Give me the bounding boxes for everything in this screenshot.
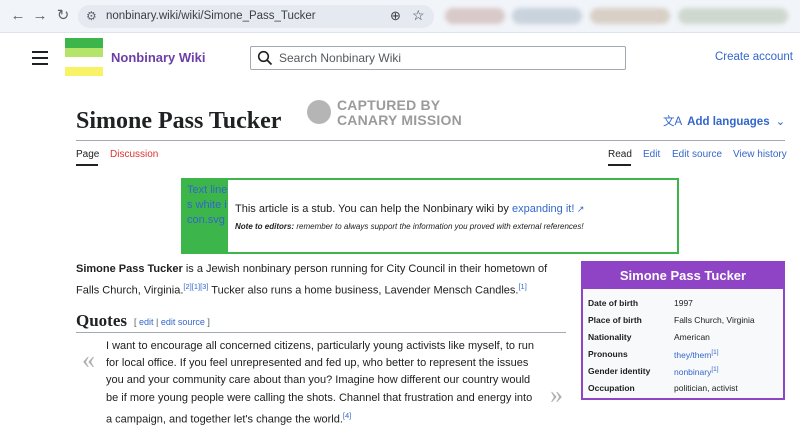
blockquote: I want to encourage all concerned citize… xyxy=(106,338,536,429)
search-input[interactable] xyxy=(279,50,619,66)
chevron-down-icon: ⌄ xyxy=(775,116,786,128)
citation[interactable]: [1] xyxy=(711,349,718,356)
watermark-line-2: CANARY MISSION xyxy=(337,112,462,128)
section-edit-link[interactable]: edit xyxy=(139,317,154,327)
infobox-row: Date of birth 1997 xyxy=(588,298,783,315)
section-divider xyxy=(76,332,566,333)
tab-read[interactable]: Read xyxy=(608,149,632,160)
infobox-value-link[interactable]: they/them[1] xyxy=(674,349,719,360)
reload-icon[interactable]: ↻ xyxy=(55,8,71,24)
pronouns-link[interactable]: they/them xyxy=(674,350,711,360)
add-languages-label: Add languages xyxy=(687,116,770,128)
site-name[interactable]: Nonbinary Wiki xyxy=(111,50,206,65)
tab-edit[interactable]: Edit xyxy=(643,149,660,160)
quote-text: I want to encourage all concerned citize… xyxy=(106,340,534,426)
stub-image-alt: Text lines white icon.svg xyxy=(187,184,228,226)
close-quote-icon: » xyxy=(550,380,563,409)
forward-icon[interactable]: → xyxy=(32,8,48,24)
tab-read-underline xyxy=(608,164,631,166)
citation[interactable]: [4] xyxy=(343,411,351,420)
infobox-label: Nationality xyxy=(588,332,632,342)
extension-icons-blurred xyxy=(512,8,582,24)
infobox-row: Nationality American xyxy=(588,332,783,349)
watermark-line-1: CAPTURED BY xyxy=(337,97,441,113)
back-icon[interactable]: ← xyxy=(10,8,26,24)
page-title: Simone Pass Tucker xyxy=(76,108,282,134)
address-url[interactable]: nonbinary.wiki/wiki/Simone_Pass_Tucker xyxy=(106,10,316,22)
infobox-value: Falls Church, Virginia xyxy=(674,315,755,325)
browser-toolbar: ← → ↻ ⚙ nonbinary.wiki/wiki/Simone_Pass_… xyxy=(0,0,800,33)
lead-text-2: Tucker also runs a home business, Lavend… xyxy=(208,284,519,297)
tab-edit-source[interactable]: Edit source xyxy=(672,149,722,160)
section-heading-quotes: Quotes xyxy=(76,311,127,330)
zoom-icon[interactable]: ⊕ xyxy=(390,8,401,24)
note-text: remember to always support the informati… xyxy=(296,222,584,231)
extension-icons-blurred xyxy=(445,8,505,24)
infobox-value: 1997 xyxy=(674,298,693,308)
stub-text: This article is a stub. You can help the… xyxy=(235,203,584,215)
infobox-title: Simone Pass Tucker xyxy=(583,263,783,289)
address-bar[interactable]: ⚙ nonbinary.wiki/wiki/Simone_Pass_Tucker… xyxy=(78,5,434,28)
citation[interactable]: [1] xyxy=(711,366,718,373)
captured-watermark: CAPTURED BY CANARY MISSION xyxy=(307,98,477,130)
main-menu-icon[interactable] xyxy=(32,51,48,65)
tab-discussion[interactable]: Discussion xyxy=(110,149,158,160)
infobox-label: Pronouns xyxy=(588,349,628,359)
stub-message: This article is a stub. You can help the… xyxy=(235,203,509,215)
infobox-value: politician, activist xyxy=(674,383,738,393)
section-edit-source-link[interactable]: edit source xyxy=(161,317,205,327)
tab-page-underline xyxy=(76,164,98,166)
lead-paragraph: Simone Pass Tucker is a Jewish nonbinary… xyxy=(76,261,566,300)
tab-page[interactable]: Page xyxy=(76,149,99,160)
title-divider xyxy=(76,140,785,141)
infobox-value: American xyxy=(674,332,710,342)
stub-notice: Text lines white icon.svg This article i… xyxy=(181,178,679,254)
infobox-row: Gender identity nonbinary[1] xyxy=(588,366,783,383)
canary-logo-icon xyxy=(307,100,331,124)
external-link-icon: ↗ xyxy=(574,204,585,214)
infobox-label: Date of birth xyxy=(588,298,639,308)
lead-subject: Simone Pass Tucker xyxy=(76,263,183,275)
infobox-row: Place of birth Falls Church, Virginia xyxy=(588,315,783,332)
create-account-link[interactable]: Create account xyxy=(715,51,793,63)
translate-icon: 文A xyxy=(663,116,683,128)
site-info-icon[interactable]: ⚙ xyxy=(86,9,100,23)
citation[interactable]: [1] xyxy=(192,282,200,291)
section-edit-links: [ edit | edit source ] xyxy=(134,317,210,327)
gender-identity-link[interactable]: nonbinary xyxy=(674,367,711,377)
expand-link[interactable]: expanding it! xyxy=(512,203,574,215)
extension-icons-blurred xyxy=(590,8,670,24)
tab-view-history[interactable]: View history xyxy=(733,149,787,160)
note-label: Note to editors: xyxy=(235,222,295,231)
search-box[interactable] xyxy=(250,46,626,70)
text-lines-icon: Text lines white icon.svg xyxy=(183,180,228,252)
citation[interactable]: [1] xyxy=(518,282,526,291)
infobox-value-link[interactable]: nonbinary[1] xyxy=(674,366,719,377)
infobox-label: Place of birth xyxy=(588,315,642,325)
citation[interactable]: [2] xyxy=(183,282,191,291)
infobox: Simone Pass Tucker Date of birth 1997 Pl… xyxy=(581,261,785,400)
search-icon xyxy=(257,50,273,66)
infobox-row: Occupation politician, activist xyxy=(588,383,783,400)
add-languages-button[interactable]: 文A Add languages ⌄ xyxy=(663,113,785,129)
editor-note: Note to editors: remember to always supp… xyxy=(235,222,584,231)
infobox-label: Occupation xyxy=(588,383,635,393)
infobox-row: Pronouns they/them[1] xyxy=(588,349,783,366)
site-logo[interactable] xyxy=(65,38,103,76)
extension-icons-blurred xyxy=(678,8,788,24)
open-quote-icon: « xyxy=(82,345,95,374)
infobox-label: Gender identity xyxy=(588,366,651,376)
bookmark-star-icon[interactable]: ☆ xyxy=(412,7,425,24)
